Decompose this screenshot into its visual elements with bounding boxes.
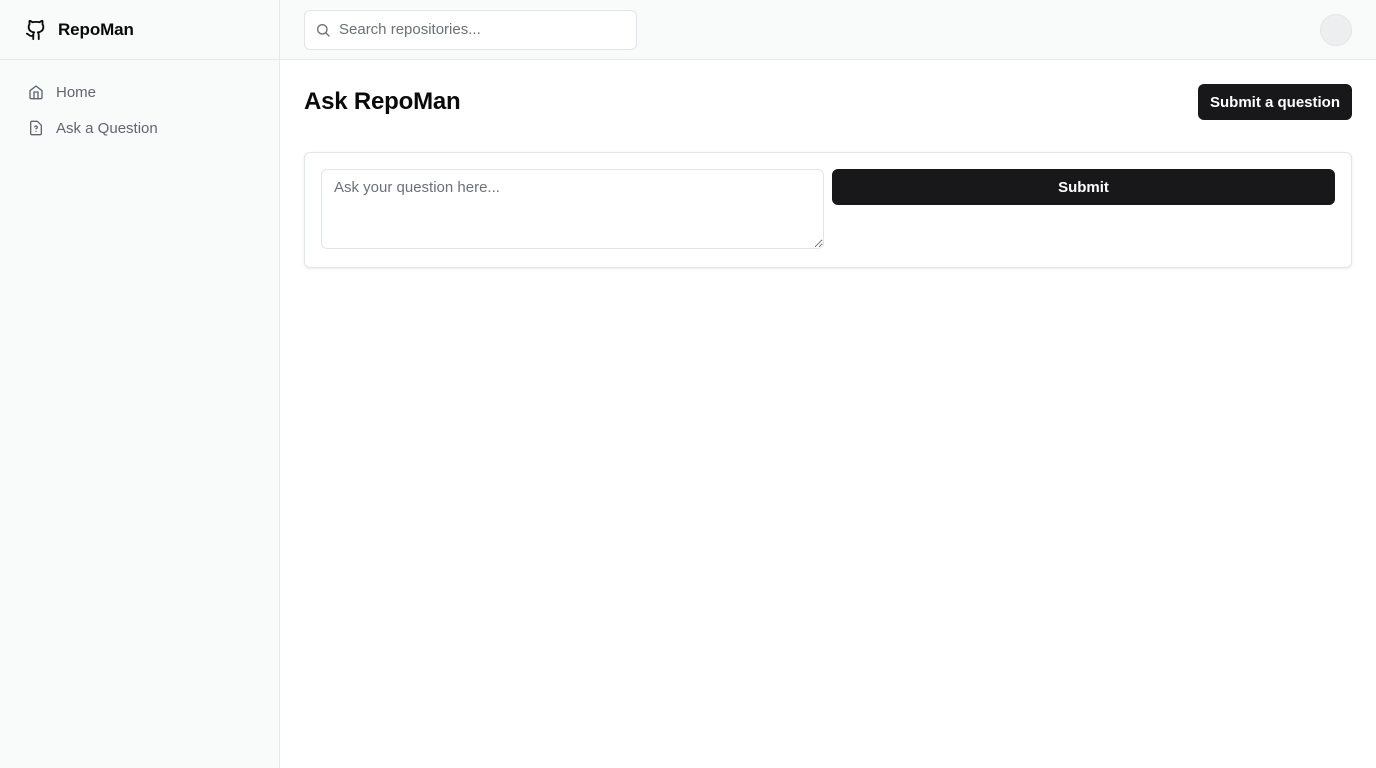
sidebar-item-home[interactable]: Home [16,76,263,108]
sidebar-item-label: Ask a Question [56,119,158,137]
sidebar-item-label: Home [56,83,97,101]
submit-question-button[interactable]: Submit a question [1197,84,1352,120]
home-icon [28,84,44,100]
page-title: Ask RepoMan [304,88,461,115]
app-shell: RepoMan Home Ask a Question Search repos… [0,0,1376,768]
file-question-icon [28,120,44,136]
page-header: Ask RepoMan Submit a question [304,84,1352,120]
sidebar-nav: Home Ask a Question [0,60,279,160]
sidebar: RepoMan Home Ask a Question [0,0,280,768]
question-card: Submit [304,152,1352,268]
github-icon [24,18,48,42]
search-input[interactable] [339,21,626,38]
submit-button[interactable]: Submit [832,169,1335,205]
brand[interactable]: RepoMan [0,0,279,60]
question-textarea[interactable] [321,169,824,249]
page-content: Ask RepoMan Submit a question Submit [280,60,1376,292]
brand-name: RepoMan [58,19,134,39]
search-box[interactable] [304,9,637,50]
avatar[interactable] [1320,13,1352,46]
top-bar [280,0,1376,60]
search-icon [315,22,331,38]
main-area: Ask RepoMan Submit a question Submit [280,0,1376,768]
sidebar-item-ask-question[interactable]: Ask a Question [16,112,263,144]
